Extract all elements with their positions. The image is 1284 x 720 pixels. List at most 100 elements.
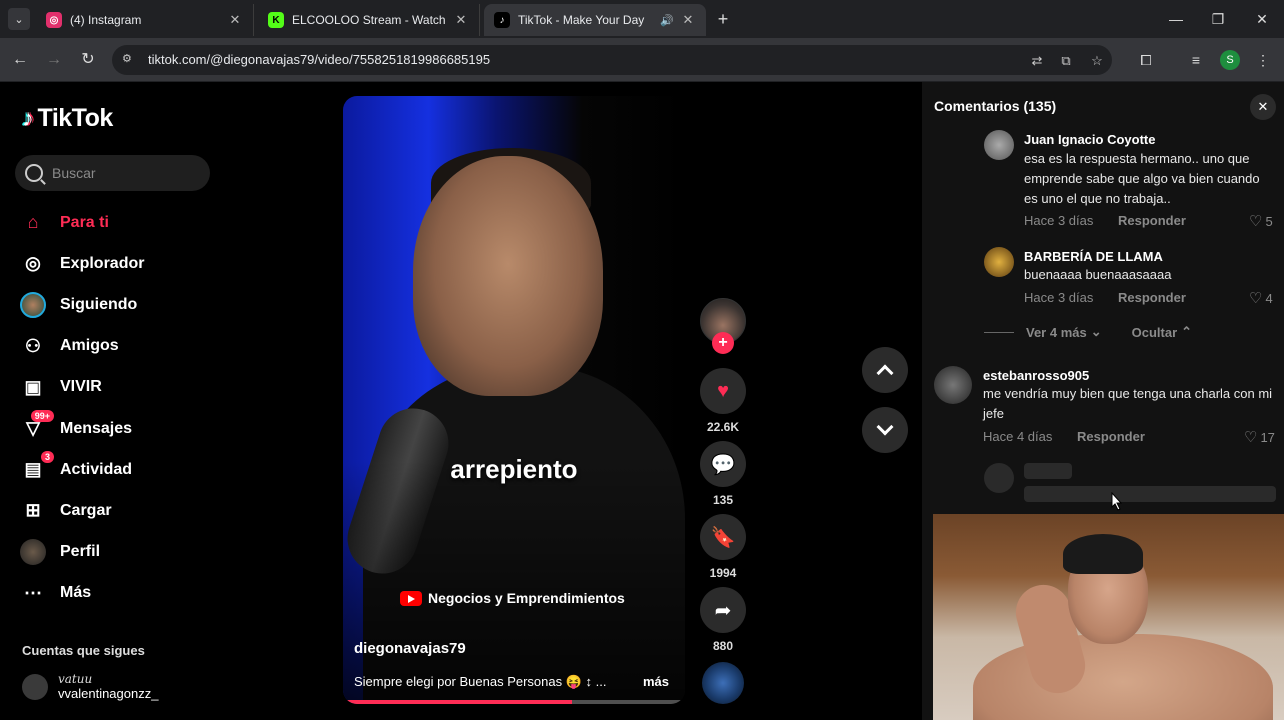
heart-icon: ♥ (717, 379, 729, 402)
site-info-icon[interactable]: ⚙ (122, 52, 138, 68)
sidebar-item-actividad[interactable]: ▤ 3 Actividad (20, 449, 220, 490)
like-button[interactable]: ♥ (700, 368, 746, 414)
comment-avatar[interactable] (984, 130, 1014, 160)
forward-button[interactable]: → (42, 48, 66, 72)
following-username: vvalentinagonzz_ (58, 686, 159, 701)
comment-time: Hace 3 días (1024, 213, 1094, 228)
comment-like-button[interactable]: ♡ 17 (1244, 428, 1275, 446)
share-button[interactable]: ➦ (700, 587, 746, 633)
webcam-torso (973, 634, 1273, 720)
url-text: tiktok.com/@diegonavajas79/video/7558251… (148, 52, 491, 67)
reload-button[interactable]: ↻ (76, 48, 100, 72)
close-window-button[interactable]: ✕ (1249, 6, 1275, 32)
bookmark-star-icon[interactable]: ☆ (1087, 51, 1107, 71)
following-nick: vatuu (58, 672, 93, 686)
comment-avatar[interactable] (934, 366, 972, 404)
following-account[interactable]: vatuu vvalentinagonzz_ (22, 672, 158, 701)
new-tab-button[interactable]: + (712, 8, 734, 30)
browser-tab[interactable]: K ELCOOLOO Stream - Watch Live ✕ (258, 4, 480, 36)
sidebar-item-mensajes[interactable]: ▽ 99+ Mensajes (20, 408, 220, 449)
sidebar-item-explorador[interactable]: ◎ Explorador (20, 243, 220, 284)
webcam-cap (1063, 534, 1143, 574)
sidebar-item-cargar[interactable]: ⊞ Cargar (20, 490, 220, 531)
video-progress-bar[interactable] (343, 700, 685, 704)
divider (984, 331, 1014, 333)
video-player[interactable]: arrepiento Negocios y Emprendimientos di… (343, 96, 685, 704)
sidebar-item-m-s[interactable]: ⋯ Más (20, 573, 220, 614)
tiktok-icon: ♪ (494, 12, 510, 28)
save-button[interactable]: 🔖 (700, 514, 746, 560)
comment-reply-button[interactable]: Responder (1118, 213, 1186, 228)
music-disc-icon[interactable] (702, 662, 744, 704)
tab-search-button[interactable]: ⌄ (8, 8, 30, 30)
messages-icon: ▽ 99+ (20, 409, 54, 442)
next-video-button[interactable] (862, 407, 908, 453)
minimize-button[interactable]: — (1163, 6, 1189, 32)
home-icon: ⌂ (27, 212, 39, 233)
close-comments-button[interactable]: ✕ (1250, 94, 1276, 120)
install-app-icon[interactable]: ⧉ (1056, 51, 1076, 71)
close-tab-icon[interactable]: ✕ (453, 12, 469, 28)
video-caption: arrepiento (450, 454, 578, 484)
browser-toolbar: ← → ↻ ⚙ tiktok.com/@diegonavajas79/video… (0, 38, 1284, 82)
browser-tab[interactable]: ◎ (4) Instagram ✕ (36, 4, 254, 36)
comment-reply-button[interactable]: Responder (1118, 290, 1186, 305)
close-tab-icon[interactable]: ✕ (227, 12, 243, 28)
sidebar-item-label: VIVIR (60, 378, 102, 396)
more-icon: ⋯ (24, 582, 42, 603)
address-bar[interactable]: ⚙ tiktok.com/@diegonavajas79/video/75582… (112, 45, 1112, 75)
streamer-webcam-overlay (933, 514, 1284, 720)
back-button[interactable]: ← (8, 48, 32, 72)
chevron-down-icon: ⌄ (1090, 324, 1102, 339)
media-controls-icon[interactable]: ≡ (1185, 49, 1207, 71)
previous-video-button[interactable] (862, 347, 908, 393)
comment-button[interactable]: 💬 (700, 441, 746, 487)
sidebar-item-vivir[interactable]: ▣ VIVIR (20, 367, 220, 408)
comment-text: buenaaaa buenaaasaaaa (1024, 267, 1172, 282)
sidebar-item-siguiendo[interactable]: Siguiendo (20, 284, 220, 325)
comment-avatar[interactable] (984, 247, 1014, 277)
sidebar-item-perfil[interactable]: Perfil (20, 532, 220, 573)
close-tab-icon[interactable]: ✕ (680, 12, 696, 28)
comment-like-button[interactable]: ♡ 4 (1249, 289, 1273, 307)
sidebar-item-amigos[interactable]: ⚇ Amigos (20, 326, 220, 367)
description-more-link[interactable]: más (643, 674, 669, 689)
follow-plus-button[interactable]: + (712, 332, 734, 354)
share-count: 880 (712, 639, 734, 653)
loading-avatar-skeleton (984, 463, 1014, 493)
heart-outline-icon: ♡ (1244, 429, 1258, 446)
speaker-icon[interactable]: 🔊 (660, 14, 674, 27)
restore-button[interactable]: ❐ (1205, 6, 1231, 32)
sidebar-item-label: Amigos (60, 337, 119, 355)
browser-menu-icon[interactable]: ⋮ (1252, 49, 1274, 71)
comment-time: Hace 3 días (1024, 290, 1094, 305)
comment-like-button[interactable]: ♡ 5 (1249, 212, 1273, 230)
friends-icon: ⚇ (24, 335, 42, 356)
sidebar-item-label: Mensajes (60, 419, 133, 437)
translate-icon[interactable]: ⇄ (1027, 51, 1047, 71)
bookmark-icon: 🔖 (710, 526, 736, 549)
view-more-replies[interactable]: Ver 4 más (1026, 325, 1087, 340)
hide-replies[interactable]: Ocultar (1132, 325, 1178, 340)
following-title: Cuentas que sigues (22, 643, 145, 658)
like-count: 22.6K (706, 420, 740, 434)
save-count: 1994 (709, 566, 737, 580)
search-input[interactable]: Buscar (15, 155, 210, 191)
profile-avatar[interactable]: S (1220, 50, 1240, 70)
notification-badge: 3 (40, 450, 54, 463)
heart-outline-icon: ♡ (1249, 290, 1263, 307)
browser-tab[interactable]: ♪ TikTok - Make Your Day 🔊 ✕ (484, 4, 706, 36)
tiktok-logo[interactable]: ♪ TikTok (22, 104, 113, 133)
mouse-cursor (1110, 491, 1124, 512)
sidebar-item-para-ti[interactable]: ⌂ Para ti (20, 202, 220, 243)
extensions-icon[interactable]: ⧠ (1135, 49, 1157, 71)
sidebar-nav: ⌂ Para ti ◎ Explorador Siguiendo ⚇ Amigos ▣ VIVI… (20, 202, 220, 614)
comment-username[interactable]: BARBERÍA DE LLAMA (1024, 249, 1163, 264)
sidebar-item-label: Actividad (60, 460, 133, 478)
video-author[interactable]: diegonavajas79 (354, 640, 466, 657)
comment-reply-button[interactable]: Responder (1077, 429, 1145, 444)
sidebar-item-label: Perfil (60, 543, 101, 561)
comment-username[interactable]: Juan Ignacio Coyotte (1024, 132, 1155, 147)
loading-name-skeleton (1024, 463, 1072, 479)
comment-username[interactable]: estebanrosso905 (983, 368, 1089, 383)
